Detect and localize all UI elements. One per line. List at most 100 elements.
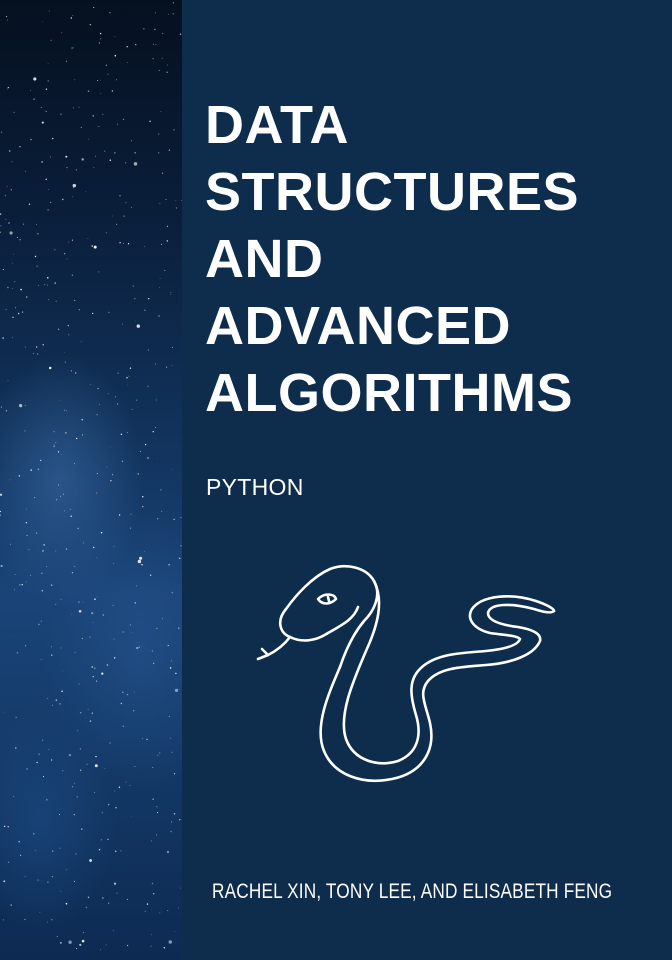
star [168,563,170,566]
star [76,796,78,798]
star [100,949,101,951]
star [15,747,17,749]
star [53,444,55,446]
star [152,430,155,433]
star [87,90,90,92]
star [158,133,160,135]
star [55,442,57,444]
star [98,271,100,273]
star [178,627,180,629]
star [170,737,172,739]
star [119,195,121,197]
star [136,646,139,650]
star [45,88,48,90]
star [50,156,51,158]
star [113,882,117,885]
star [155,363,157,365]
star [89,636,91,638]
star [93,6,95,9]
star [51,704,53,706]
star [46,921,48,923]
star [81,418,83,421]
star [55,499,58,501]
star [38,623,40,626]
star [41,161,43,163]
star [175,672,177,675]
star [113,638,115,640]
star [98,848,101,851]
star [166,366,168,368]
star [107,803,110,806]
star [38,753,40,755]
star [54,282,56,284]
star [13,796,15,797]
star [123,242,124,244]
star [160,510,163,513]
star [4,195,6,197]
star [91,712,94,714]
star [18,841,20,843]
star [89,859,92,862]
star [5,16,7,18]
star [50,201,52,203]
star [66,166,68,169]
star [96,596,98,598]
star [77,730,79,732]
star [54,249,56,251]
star [179,33,182,35]
star [130,140,133,142]
star [56,935,58,937]
star [12,263,14,265]
star [26,581,28,583]
star [5,219,7,220]
star [48,748,50,750]
star [83,542,85,544]
star [98,126,100,127]
star [116,123,118,125]
star [70,508,72,510]
star [170,292,172,293]
star [167,644,169,647]
star [82,434,83,436]
star [80,126,82,129]
star [166,71,168,73]
star [159,912,161,914]
star [76,437,78,440]
star [155,44,157,46]
star [131,408,133,410]
star [62,770,64,772]
star [7,861,10,863]
star [14,307,16,309]
star [101,672,104,675]
star [13,111,15,114]
star [168,940,173,944]
star [178,557,181,560]
star [120,702,122,705]
star [132,632,134,634]
star [112,929,114,931]
star [152,893,155,895]
star [151,934,153,936]
star [171,469,173,471]
star [11,161,13,163]
star [108,902,110,904]
star [92,115,94,117]
star [171,751,173,753]
star [136,585,138,587]
star [21,584,23,586]
title-line: DATA [205,95,349,155]
star [24,346,26,348]
star [82,931,85,934]
star [68,940,72,944]
star [39,912,41,913]
starfield-image [0,0,182,960]
star [24,876,26,877]
star [95,755,97,758]
star [12,287,13,289]
star [168,149,170,151]
star [57,328,60,330]
star [79,748,81,750]
star [51,918,53,921]
star [153,43,155,45]
star [73,782,75,784]
